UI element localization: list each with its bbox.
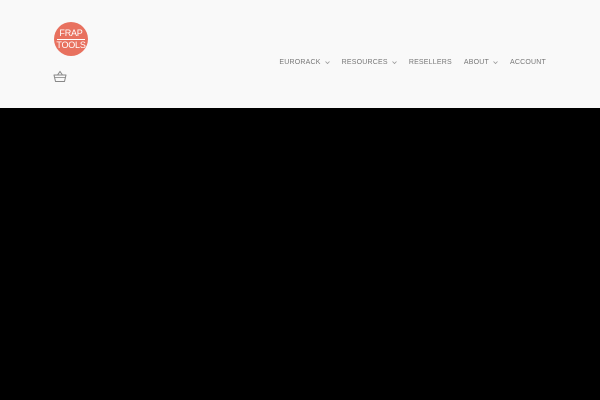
chevron-down-icon <box>392 60 397 65</box>
nav-item-resources[interactable]: RESOURCES <box>342 59 397 66</box>
chevron-down-icon <box>493 60 498 65</box>
chevron-down-icon <box>324 60 330 65</box>
nav-item-label: EURORACK <box>279 58 321 66</box>
nav-item-label: ABOUT <box>463 58 489 66</box>
main-navigation: EURORACK RESOURCES RESELLERS ABOUT ACCOU… <box>279 56 546 68</box>
hero-banner <box>0 108 600 400</box>
nav-item-eurorack[interactable]: EURORACK <box>279 58 330 66</box>
nav-item-label: RESOURCES <box>341 58 388 66</box>
shopping-basket-icon[interactable] <box>53 70 67 83</box>
logo-text-tools: TOOLS <box>56 40 86 50</box>
nav-item-resellers[interactable]: RESELLERS <box>409 59 452 66</box>
logo-text-frap: FRAP <box>59 28 83 38</box>
nav-item-label: RESELLERS <box>408 58 452 66</box>
frap-tools-logo[interactable]: FRAP TOOLS <box>54 22 88 56</box>
nav-item-label: ACCOUNT <box>509 58 546 66</box>
nav-item-account[interactable]: ACCOUNT <box>510 59 546 66</box>
site-header: FRAP TOOLS EURORACK RESOURCES RESELLERS … <box>0 0 600 108</box>
nav-item-about[interactable]: ABOUT <box>464 59 498 66</box>
